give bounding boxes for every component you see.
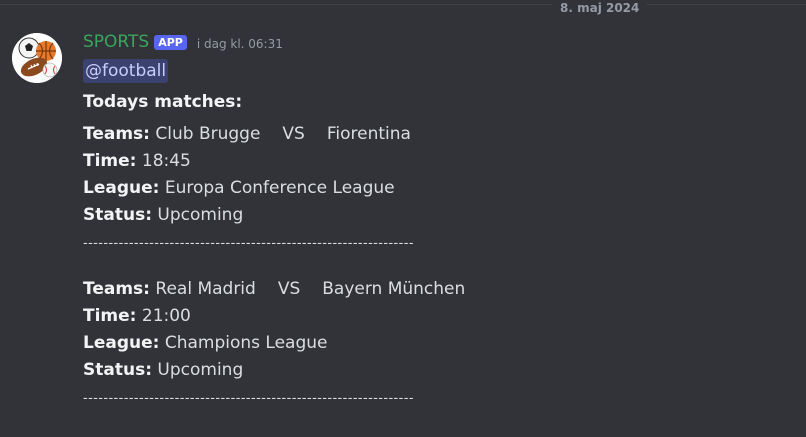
avatar[interactable] [12,33,62,83]
league-label: League: [83,178,160,198]
match-time-line: Time: 21:00 [83,303,783,330]
match-league: Europa Conference League [164,178,395,198]
app-badge: APP [154,34,187,50]
date-divider: 8. maj 2024 [0,0,806,16]
separator-line: ----------------------------------------… [83,229,783,256]
match-time: 21:00 [141,306,191,326]
chat-view: 8. maj 2024 SPORTS APP i dag kl. 06:31 @… [0,0,806,437]
date-divider-label: 8. maj 2024 [552,0,648,16]
match-status: Upcoming [157,205,244,225]
league-label: League: [83,333,160,353]
status-label: Status: [83,205,152,225]
sports-balls-icon [12,33,62,83]
away-team: Fiorentina [326,124,411,144]
separator: ----------------------------------------… [83,391,414,406]
match-teams-line: Teams: Club Brugge VS Fiorentina [83,121,783,148]
teams-label: Teams: [83,279,150,299]
match-status: Upcoming [157,360,244,380]
separator: ----------------------------------------… [83,236,414,251]
match-league-line: League: Champions League [83,330,783,357]
home-team: Club Brugge [155,124,261,144]
versus-text: VS [282,124,305,144]
teams-label: Teams: [83,124,150,144]
match-league: Champions League [164,333,328,353]
time-label: Time: [83,151,137,171]
match-time-line: Time: 18:45 [83,148,783,175]
match-status-line: Status: Upcoming [83,202,783,229]
match-time: 18:45 [141,151,191,171]
message-timestamp[interactable]: i dag kl. 06:31 [197,33,283,52]
status-label: Status: [83,360,152,380]
match-status-line: Status: Upcoming [83,357,783,384]
message-header: SPORTS APP i dag kl. 06:31 [83,31,283,53]
role-mention[interactable]: @football [83,59,169,83]
message-content: @football Todays matches: Teams: Club Br… [83,58,783,411]
match-teams-line: Teams: Real Madrid VS Bayern München [83,276,783,303]
match-league-line: League: Europa Conference League [83,175,783,202]
intro-heading: Todays matches: [83,92,243,112]
versus-text: VS [277,279,301,299]
time-label: Time: [83,306,137,326]
home-team: Real Madrid [155,279,256,299]
username[interactable]: SPORTS [83,31,149,53]
away-team: Bayern München [322,279,466,299]
separator-line: ----------------------------------------… [83,384,783,411]
